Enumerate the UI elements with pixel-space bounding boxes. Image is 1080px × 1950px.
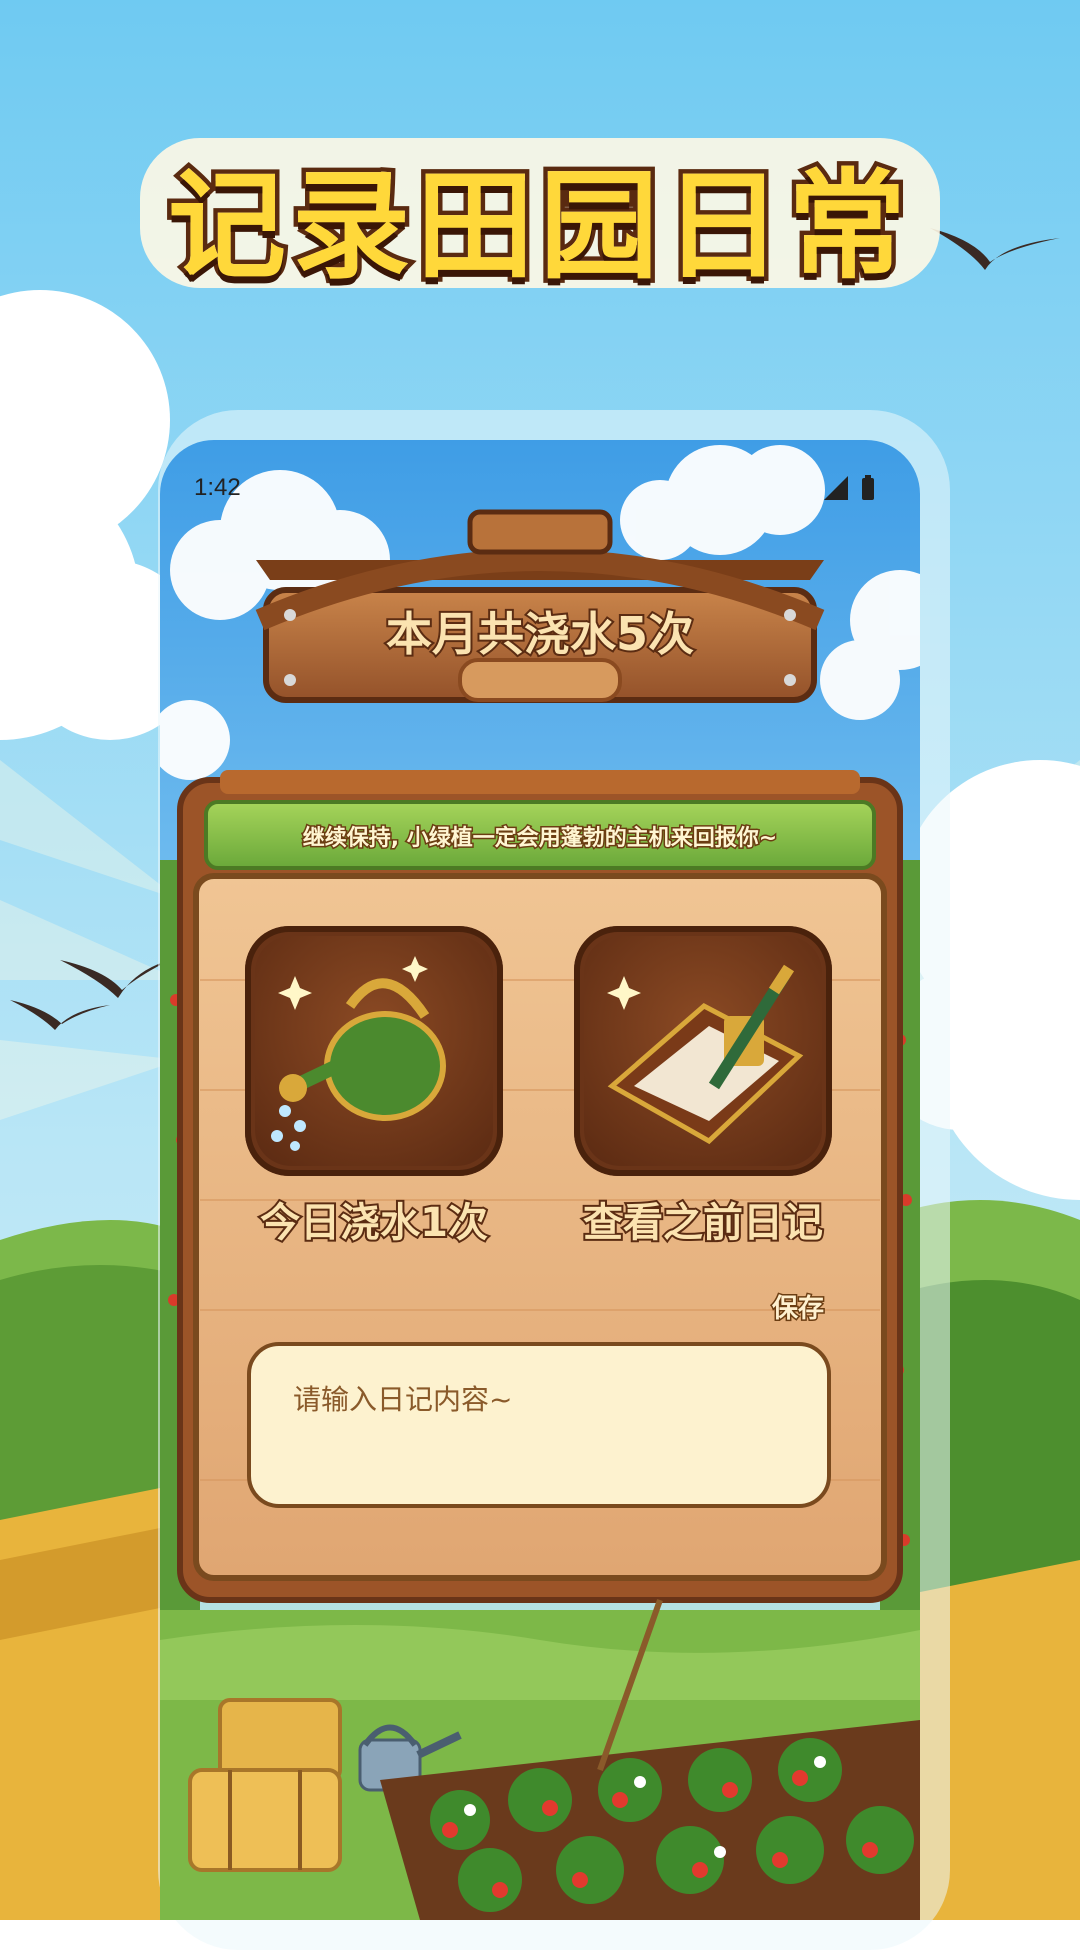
app-screen: 1:42 本月共浇水5次 继续保持, 小绿植一定会用蓬勃的主机来回报你~ 今日浇… <box>160 440 920 1920</box>
battery-icon <box>862 478 874 500</box>
save-button[interactable]: 保存 <box>770 1288 825 1326</box>
diary-input[interactable] <box>291 1382 795 1417</box>
water-today-button[interactable] <box>245 926 503 1176</box>
monthly-watering-count: 本月共浇水5次 <box>384 605 696 663</box>
water-today-label: 今日浇水1次 <box>258 1198 490 1248</box>
encouragement-banner: 继续保持, 小绿植一定会用蓬勃的主机来回报你~ <box>301 825 778 853</box>
watering-can-icon <box>271 956 446 1151</box>
headline-title: 记录田园日常 <box>163 153 912 300</box>
view-past-diary-label: 查看之前日记 <box>581 1198 825 1248</box>
diary-book-icon <box>607 964 804 1145</box>
status-time: 1:42 <box>194 474 241 501</box>
diary-input-box <box>247 1342 831 1508</box>
view-past-diary-button[interactable] <box>574 926 832 1176</box>
signal-icon <box>824 476 848 500</box>
